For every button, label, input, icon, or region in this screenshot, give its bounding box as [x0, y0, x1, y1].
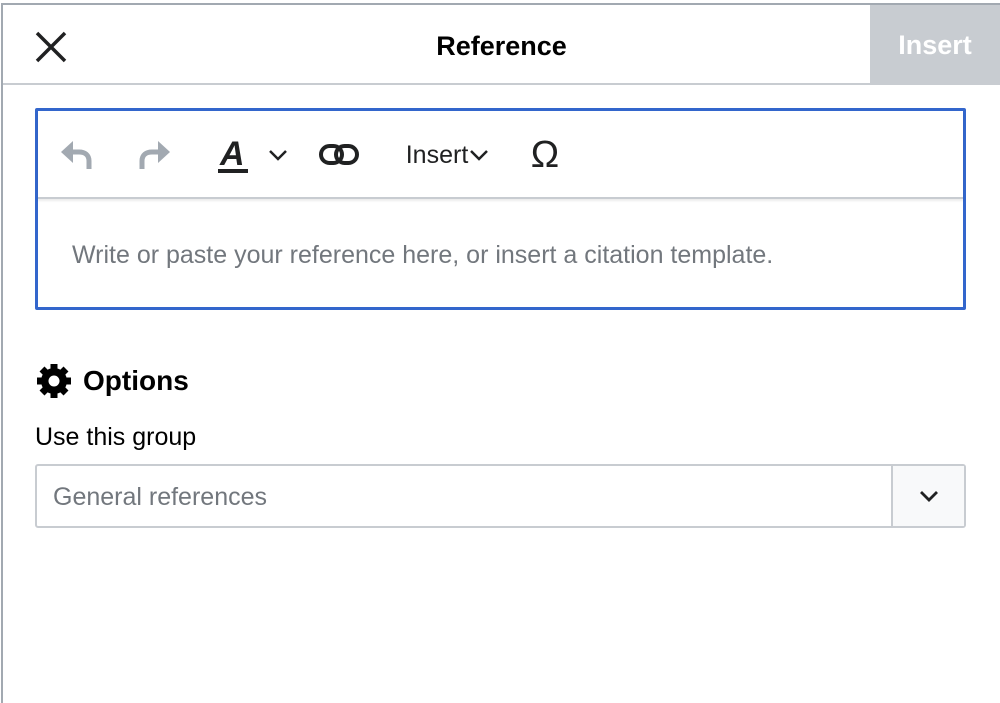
options-title: Options [83, 365, 189, 397]
text-style-button[interactable]: A [213, 135, 293, 175]
chevron-down-icon [918, 486, 940, 506]
reference-editor[interactable]: A Insert Ω Write or paste your reference… [35, 108, 966, 310]
gear-icon [35, 362, 73, 400]
editor-placeholder: Write or paste your reference here, or i… [72, 241, 773, 270]
link-button[interactable] [316, 135, 362, 175]
svg-text:A: A [219, 135, 245, 173]
dialog-header: Reference [3, 5, 1000, 85]
redo-button[interactable] [133, 135, 173, 175]
insert-button[interactable]: Insert [870, 5, 1000, 85]
editor-toolbar: A Insert Ω [38, 111, 963, 199]
group-dropdown-button[interactable] [891, 466, 964, 526]
undo-button[interactable] [58, 135, 98, 175]
chevron-down-icon [266, 145, 290, 165]
undo-icon [59, 139, 97, 171]
text-style-icon: A [216, 135, 252, 175]
special-character-button[interactable]: Ω [523, 135, 567, 175]
group-label: Use this group [35, 423, 196, 452]
group-select-value: General references [53, 483, 267, 512]
group-select[interactable]: General references [35, 464, 966, 528]
options-heading: Options [35, 362, 189, 400]
redo-icon [134, 139, 172, 171]
insert-menu-label: Insert [406, 141, 469, 170]
insert-menu-button[interactable]: Insert [398, 135, 498, 175]
chevron-down-icon [468, 145, 490, 165]
dialog-title: Reference [3, 31, 1000, 62]
omega-icon: Ω [531, 134, 559, 177]
link-icon [318, 142, 360, 168]
